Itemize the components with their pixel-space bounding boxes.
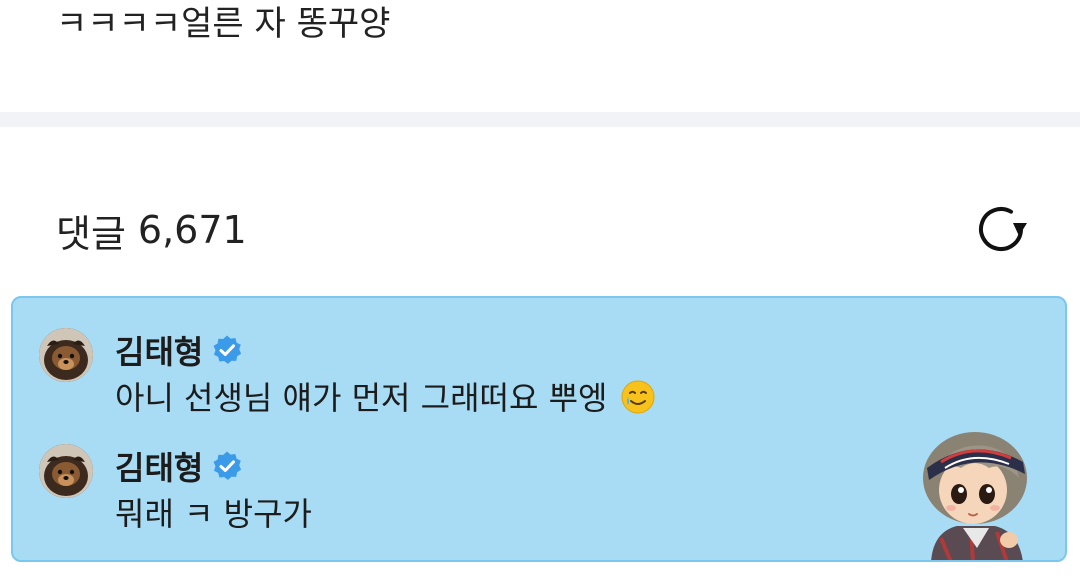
comments-label: 댓글 <box>56 211 126 256</box>
post-text: ㅋㅋㅋㅋ얼른 자 똥꾸양 <box>56 4 391 44</box>
avatar[interactable] <box>39 328 93 382</box>
character-sticker-icon <box>923 432 1027 560</box>
verified-badge-icon <box>213 335 242 364</box>
refresh-icon <box>979 207 1027 251</box>
comment-text-body: 아니 선생님 얘가 먼저 그래떠요 뿌엥 <box>115 379 608 417</box>
comment-author[interactable]: 김태형 <box>115 443 203 489</box>
verified-badge-icon <box>213 451 242 480</box>
comment-author-row: 김태형 <box>115 444 243 488</box>
section-divider <box>0 112 1080 127</box>
comment-author-row: 김태형 <box>115 328 243 372</box>
comment-text: 뭐래 ㅋ 방구가 <box>115 495 312 533</box>
refresh-button[interactable] <box>974 203 1032 255</box>
comments-count: 6,671 <box>137 208 247 252</box>
comment-text: 아니 선생님 얘가 먼저 그래떠요 뿌엥 <box>115 376 656 420</box>
avatar[interactable] <box>39 444 93 498</box>
comment-author[interactable]: 김태형 <box>115 327 203 373</box>
comment-item: 김태형 아니 선생님 얘가 먼저 그래떠요 뿌엥 <box>13 322 893 432</box>
smiling-face-with-tear-icon <box>621 380 655 414</box>
comments-header: 댓글 6,671 <box>56 200 247 260</box>
comment-item: 김태형 뭐래 ㅋ 방구가 <box>13 438 893 548</box>
highlighted-comments-card: 김태형 아니 선생님 얘가 먼저 그래떠요 뿌엥 김태형 뭐래 ㅋ 방구가 <box>11 296 1067 562</box>
